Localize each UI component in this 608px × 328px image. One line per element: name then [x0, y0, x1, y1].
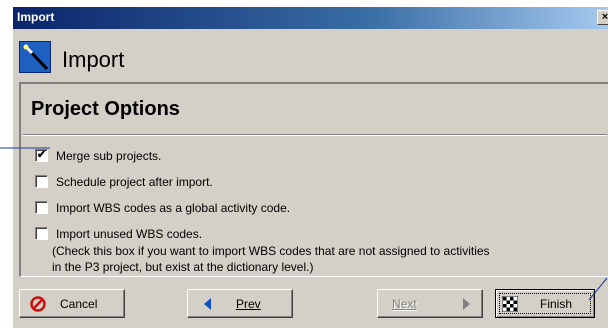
- header-title: Import: [62, 47, 125, 72]
- wizard-header: Import: [13, 29, 608, 77]
- prev-button[interactable]: Prev: [187, 289, 293, 318]
- option-label: Schedule project after import.: [56, 175, 213, 189]
- option-label: Merge sub projects.: [56, 149, 162, 163]
- import-unused-wbs-checkbox[interactable]: [35, 227, 48, 240]
- callout-line-finish: [588, 277, 608, 301]
- cancel-label: Cancel: [60, 297, 98, 311]
- next-label: Next: [392, 297, 417, 311]
- cancel-button[interactable]: Cancel: [19, 289, 125, 318]
- option-label: Import unused WBS codes.: [56, 227, 203, 241]
- section-divider: [23, 134, 607, 136]
- options-panel: Project Options ✔ Merge sub projects. Sc…: [19, 82, 608, 277]
- import-wbs-global-checkbox[interactable]: [35, 201, 48, 214]
- section-title: Project Options: [31, 98, 180, 120]
- option-note-line: (Check this box if you want to import WB…: [52, 244, 490, 258]
- checkered-flag-icon: [502, 296, 518, 312]
- finish-label: Finish: [540, 297, 573, 311]
- wizard-wand-icon: [19, 41, 51, 73]
- schedule-after-import-checkbox[interactable]: [35, 175, 48, 188]
- finish-button[interactable]: Finish: [495, 289, 595, 318]
- window-title: Import: [17, 10, 55, 24]
- cancel-icon: [30, 296, 46, 312]
- callout-line-options: [0, 147, 50, 149]
- option-note-line: in the P3 project, but exist at the dict…: [52, 260, 314, 274]
- prev-arrow-icon: [204, 298, 211, 310]
- prev-label: Prev: [236, 297, 261, 311]
- wizard-footer: Cancel Prev Next Finish: [13, 281, 608, 328]
- next-arrow-icon: [463, 298, 470, 310]
- next-button[interactable]: Next: [377, 289, 483, 318]
- title-bar[interactable]: Import ×: [13, 7, 608, 29]
- import-dialog: Import × Import Project Options ✔ Merge …: [12, 6, 608, 328]
- close-button[interactable]: ×: [597, 10, 608, 25]
- option-label: Import WBS codes as a global activity co…: [56, 201, 291, 215]
